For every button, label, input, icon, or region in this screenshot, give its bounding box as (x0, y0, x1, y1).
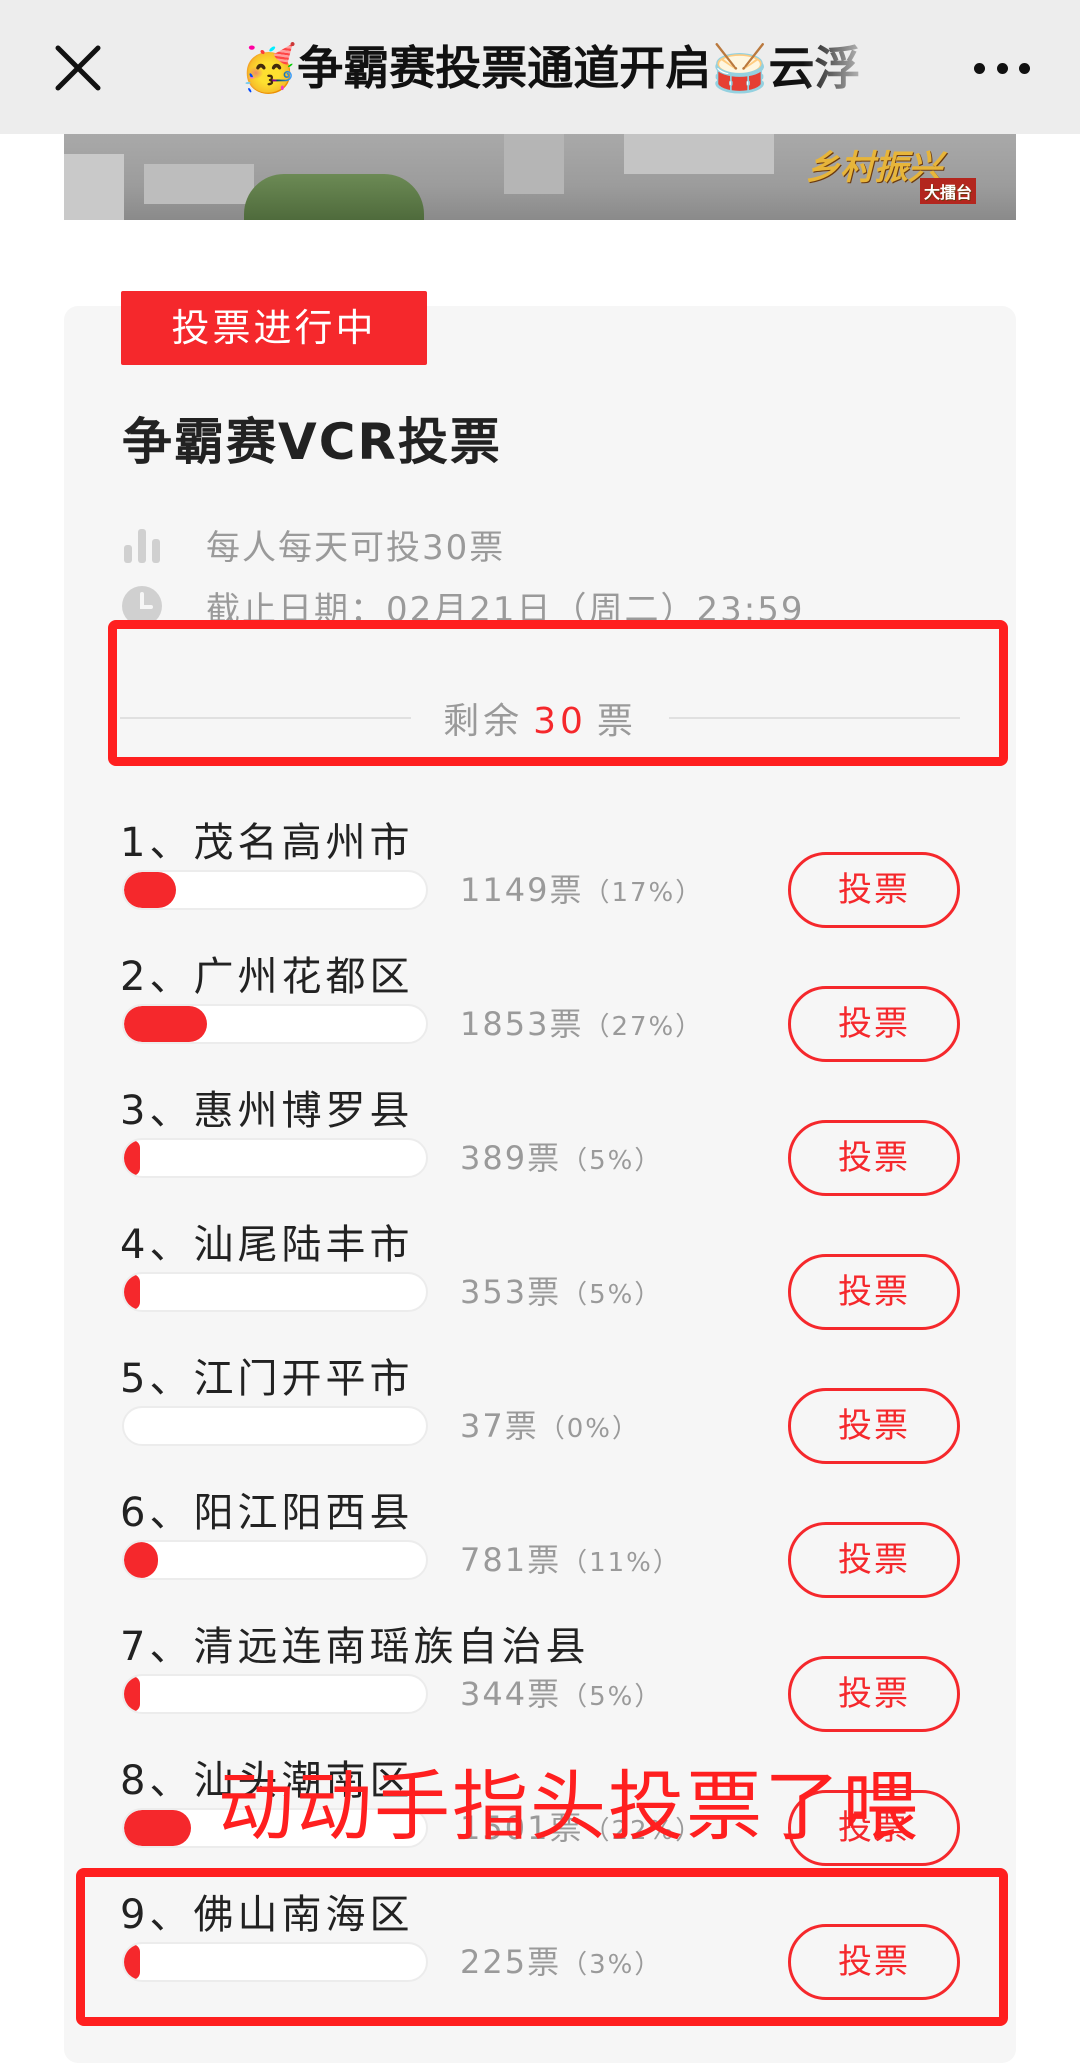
status-badge: 投票进行中 (121, 291, 427, 365)
option-progress-bar (122, 1540, 428, 1580)
option-votes: 37票 (460, 1407, 539, 1445)
top-nav-bar: 🥳争霸赛投票通道开启🥁云浮 (0, 0, 1080, 134)
option-vote-count: 1149票（17%） (460, 870, 703, 910)
vote-button[interactable]: 投票 (788, 1388, 960, 1464)
option-votes: 1853票 (460, 1005, 584, 1043)
option-label: 3、惠州博罗县 (120, 1088, 414, 1134)
option-percent: （17%） (583, 878, 704, 908)
vote-button[interactable]: 投票 (788, 852, 960, 928)
program-logo: 乡村振兴 大擂台 (806, 140, 976, 210)
option-progress-bar (122, 870, 428, 910)
option-votes: 344票 (460, 1675, 562, 1713)
option-votes: 781票 (460, 1541, 562, 1579)
vote-option: 7、清远连南瑶族自治县 344票（5%） 投票 (120, 1614, 960, 1748)
option-percent: （5%） (561, 1280, 663, 1310)
option-percent: （5%） (561, 1682, 663, 1712)
option-label: 6、阳江阳西县 (120, 1490, 414, 1536)
option-votes: 353票 (460, 1273, 562, 1311)
vote-option: 2、广州花都区 1853票（27%） 投票 (120, 944, 960, 1078)
option-progress-fill (124, 1274, 140, 1310)
option-label: 2、广州花都区 (120, 954, 414, 1000)
vote-button[interactable]: 投票 (788, 1254, 960, 1330)
close-icon (55, 45, 101, 91)
vote-rule-row: 每人每天可投30票 (120, 520, 505, 569)
option-progress-bar (122, 1004, 428, 1044)
page-title: 🥳争霸赛投票通道开启🥁云浮 (240, 41, 861, 95)
option-percent: （0%） (538, 1414, 640, 1444)
option-progress-fill (124, 872, 176, 908)
option-progress-fill (124, 1676, 140, 1712)
more-dots-icon (974, 62, 985, 74)
option-votes: 389票 (460, 1139, 562, 1177)
option-label: 1、茂名高州市 (120, 820, 414, 866)
option-vote-count: 781票（11%） (460, 1540, 681, 1580)
option-progress-bar (122, 1272, 428, 1312)
annotation-box-option-9 (76, 1868, 1008, 2026)
vote-button[interactable]: 投票 (788, 986, 960, 1062)
vote-option: 5、江门开平市 37票（0%） 投票 (120, 1346, 960, 1480)
vote-button[interactable]: 投票 (788, 1120, 960, 1196)
annotation-overlay-text: 动动手指头投票了喂 (218, 1762, 920, 1851)
option-percent: （27%） (583, 1012, 704, 1042)
vote-button[interactable]: 投票 (788, 1522, 960, 1598)
option-label: 7、清远连南瑶族自治县 (120, 1624, 590, 1670)
vote-option: 1、茂名高州市 1149票（17%） 投票 (120, 810, 960, 944)
option-progress-bar (122, 1674, 428, 1714)
option-vote-count: 344票（5%） (460, 1674, 662, 1714)
option-label: 4、汕尾陆丰市 (120, 1222, 414, 1268)
option-vote-count: 389票（5%） (460, 1138, 662, 1178)
option-progress-bar (122, 1406, 428, 1446)
vote-button[interactable]: 投票 (788, 1656, 960, 1732)
more-options-button[interactable] (974, 52, 1030, 84)
vote-option: 6、阳江阳西县 781票（11%） 投票 (120, 1480, 960, 1614)
vote-title: 争霸赛VCR投票 (122, 413, 502, 471)
option-progress-fill (124, 1810, 191, 1846)
option-vote-count: 37票（0%） (460, 1406, 640, 1446)
option-progress-fill (124, 1140, 140, 1176)
option-progress-fill (124, 1542, 158, 1578)
option-percent: （11%） (561, 1548, 681, 1578)
bar-chart-icon (124, 528, 160, 563)
option-progress-bar (122, 1138, 428, 1178)
option-progress-fill (124, 1006, 207, 1042)
option-vote-count: 1853票（27%） (460, 1004, 703, 1044)
vote-option: 4、汕尾陆丰市 353票（5%） 投票 (120, 1212, 960, 1346)
option-percent: （5%） (561, 1146, 663, 1176)
article-banner-image: 乡村振兴 大擂台 (64, 134, 1016, 220)
close-button[interactable] (50, 40, 106, 96)
option-vote-count: 353票（5%） (460, 1272, 662, 1312)
vote-rule-text: 每人每天可投30票 (206, 528, 506, 568)
option-votes: 1149票 (460, 871, 584, 909)
vote-option: 3、惠州博罗县 389票（5%） 投票 (120, 1078, 960, 1212)
option-label: 5、江门开平市 (120, 1356, 414, 1402)
annotation-box-remaining (108, 620, 1008, 766)
